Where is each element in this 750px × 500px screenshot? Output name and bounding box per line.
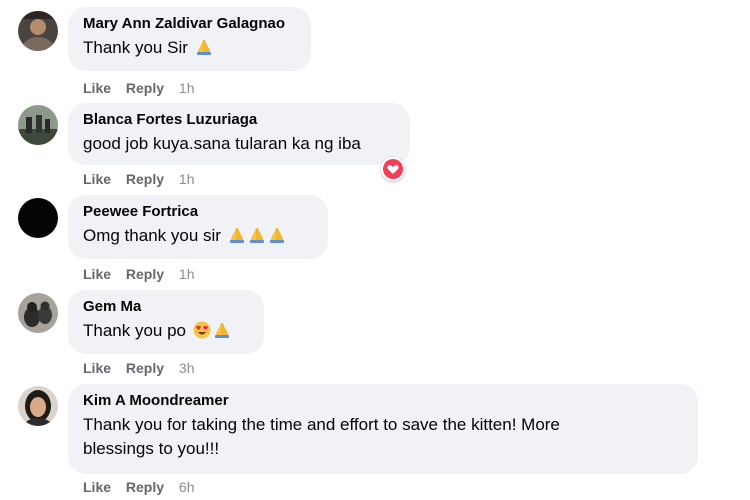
comment-timestamp[interactable]: 6h — [179, 479, 195, 495]
comment-bubble: Mary Ann Zaldivar Galagnao Thank you Sir — [68, 7, 311, 71]
comment-author[interactable]: Mary Ann Zaldivar Galagnao — [83, 15, 297, 33]
comment-text-content: Thank you Sir — [83, 38, 188, 57]
heart-eyes-icon — [193, 321, 211, 339]
avatar-photo — [18, 105, 58, 145]
comment-text-content: Omg thank you sir — [83, 226, 221, 245]
comment-text-content: Thank you po — [83, 321, 187, 340]
comment-actions: Like Reply 3h — [83, 360, 195, 376]
comment-timestamp[interactable]: 1h — [179, 266, 195, 282]
comment-text: Thank you Sir — [83, 36, 297, 60]
like-button[interactable]: Like — [83, 479, 111, 495]
comment-text-line: blessings to you!!! — [83, 439, 220, 458]
avatar-photo — [18, 386, 58, 426]
like-button[interactable]: Like — [83, 360, 111, 376]
comment-text-line: Thank you for taking the time and effort… — [83, 415, 560, 434]
reply-button[interactable]: Reply — [126, 80, 164, 96]
comment-bubble: Kim A Moondreamer Thank you for taking t… — [68, 384, 698, 474]
avatar[interactable] — [18, 293, 58, 333]
avatar-photo — [18, 293, 58, 333]
comment-text: good job kuya.sana tularan ka ng iba — [83, 132, 396, 156]
avatar[interactable] — [18, 105, 58, 145]
comment-timestamp[interactable]: 3h — [179, 360, 195, 376]
folded-hands-icon — [195, 38, 213, 56]
avatar[interactable] — [18, 386, 58, 426]
comment-timestamp[interactable]: 1h — [179, 80, 195, 96]
comment-text: Thank you for taking the time and effort… — [83, 413, 684, 461]
comment-author[interactable]: Kim A Moondreamer — [83, 392, 684, 410]
heart-icon — [383, 159, 403, 179]
comment-text: Omg thank you sir — [83, 224, 314, 248]
like-button[interactable]: Like — [83, 80, 111, 96]
like-button[interactable]: Like — [83, 171, 111, 187]
comment-text: Thank you po — [83, 319, 250, 343]
comment-author[interactable]: Blanca Fortes Luzuriaga — [83, 111, 396, 129]
comment-author[interactable]: Peewee Fortrica — [83, 203, 314, 221]
reply-button[interactable]: Reply — [126, 360, 164, 376]
folded-hands-icon — [213, 321, 231, 339]
reply-button[interactable]: Reply — [126, 266, 164, 282]
avatar[interactable] — [18, 11, 58, 51]
comment-bubble: Blanca Fortes Luzuriaga good job kuya.sa… — [68, 103, 410, 165]
like-button[interactable]: Like — [83, 266, 111, 282]
comment-actions: Like Reply 1h — [83, 266, 195, 282]
love-reaction-badge[interactable] — [381, 157, 405, 181]
avatar-photo — [18, 11, 58, 51]
avatar[interactable] — [18, 198, 58, 238]
comment-author[interactable]: Gem Ma — [83, 298, 250, 316]
comment-bubble: Gem Ma Thank you po — [68, 290, 264, 354]
comment-actions: Like Reply 6h — [83, 479, 195, 495]
comment-timestamp[interactable]: 1h — [179, 171, 195, 187]
comment-bubble: Peewee Fortrica Omg thank you sir — [68, 195, 328, 259]
comment-text-content: good job kuya.sana tularan ka ng iba — [83, 134, 361, 153]
avatar-photo — [18, 198, 58, 238]
comment-actions: Like Reply 1h — [83, 171, 195, 187]
folded-hands-icon — [268, 226, 286, 244]
reply-button[interactable]: Reply — [126, 171, 164, 187]
folded-hands-icon — [228, 226, 246, 244]
folded-hands-icon — [248, 226, 266, 244]
reply-button[interactable]: Reply — [126, 479, 164, 495]
comment-actions: Like Reply 1h — [83, 80, 195, 96]
